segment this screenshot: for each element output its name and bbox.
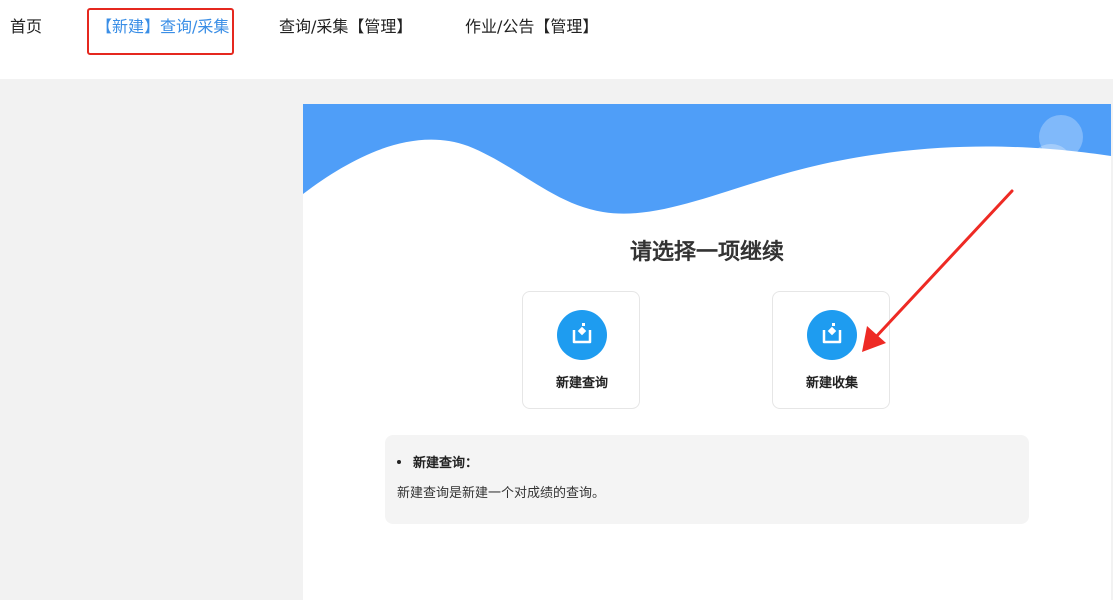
new-collection-label: 新建收集 <box>805 376 858 391</box>
nav-item-query-collection-manage[interactable]: 查询/采集【管理】 <box>279 16 412 38</box>
info-description: 新建查询是新建一个对成绩的查询。 <box>397 486 606 501</box>
top-navigation: 首页 【新建】查询/采集 查询/采集【管理】 作业/公告【管理】 <box>0 0 1113 79</box>
upload-box-icon <box>557 310 607 360</box>
info-panel: 新建查询： 新建查询是新建一个对成绩的查询。 <box>385 435 1029 524</box>
info-title-row: 新建查询： <box>397 452 478 471</box>
wave-banner <box>303 104 1111 214</box>
new-query-label: 新建查询 <box>555 376 608 391</box>
choose-prompt-heading: 请选择一项继续 <box>629 240 784 265</box>
new-query-option[interactable]: 新建查询 <box>522 291 640 409</box>
bullet-icon <box>397 459 401 464</box>
selection-card: 请选择一项继续 新建查询 新建收集 新建查询： 新建查询是新建一个对成绩的查询。 <box>303 104 1111 600</box>
decorative-bubble <box>1029 144 1073 188</box>
new-collection-option[interactable]: 新建收集 <box>772 291 890 409</box>
annotation-highlight-box <box>87 8 234 55</box>
nav-item-home[interactable]: 首页 <box>10 16 42 38</box>
upload-box-icon <box>807 310 857 360</box>
nav-item-homework-notice-manage[interactable]: 作业/公告【管理】 <box>465 16 598 38</box>
info-title: 新建查询： <box>413 456 479 471</box>
